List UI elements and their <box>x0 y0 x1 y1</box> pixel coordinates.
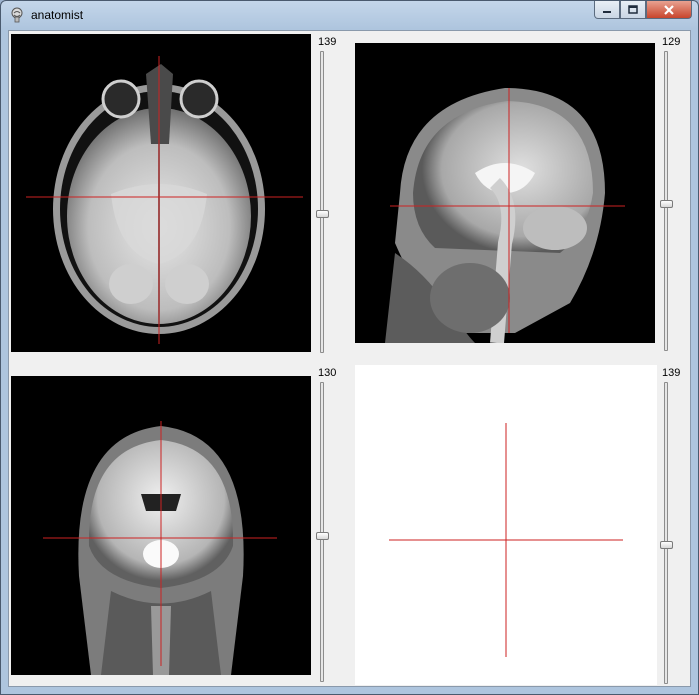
coronal-view[interactable] <box>11 376 311 675</box>
sagittal-slice-number: 129 <box>662 36 681 48</box>
3d-view-slider[interactable] <box>664 382 668 684</box>
axial-slider-handle[interactable] <box>316 210 329 218</box>
axial-slice-slider[interactable] <box>320 51 324 353</box>
minimize-icon <box>603 10 611 13</box>
axial-view[interactable] <box>11 34 311 352</box>
minimize-button[interactable] <box>594 1 620 19</box>
title-bar[interactable]: anatomist <box>1 1 698 29</box>
sagittal-view[interactable] <box>355 43 655 343</box>
3d-view[interactable] <box>355 365 657 685</box>
anatomist-window: anatomist 139 129 130 139 <box>0 0 699 695</box>
client-area: 139 129 130 139 <box>8 30 691 687</box>
coronal-slider-handle[interactable] <box>316 532 329 540</box>
3d-view-slider-handle[interactable] <box>660 541 673 549</box>
close-icon <box>664 4 674 15</box>
maximize-button[interactable] <box>620 1 646 19</box>
axial-slice-number: 139 <box>318 36 337 48</box>
3d-view-slice-number: 139 <box>662 367 681 379</box>
close-button[interactable] <box>646 1 692 19</box>
axial-slice-image <box>26 56 303 344</box>
sagittal-slice-image <box>385 88 625 343</box>
maximize-icon <box>628 5 638 14</box>
coronal-slice-image <box>43 421 277 675</box>
3d-view-cursor <box>389 423 623 657</box>
coronal-slice-number: 130 <box>318 367 337 379</box>
window-title: anatomist <box>31 8 84 22</box>
sagittal-slider-handle[interactable] <box>660 200 673 208</box>
anatomist-app-icon <box>11 7 23 23</box>
